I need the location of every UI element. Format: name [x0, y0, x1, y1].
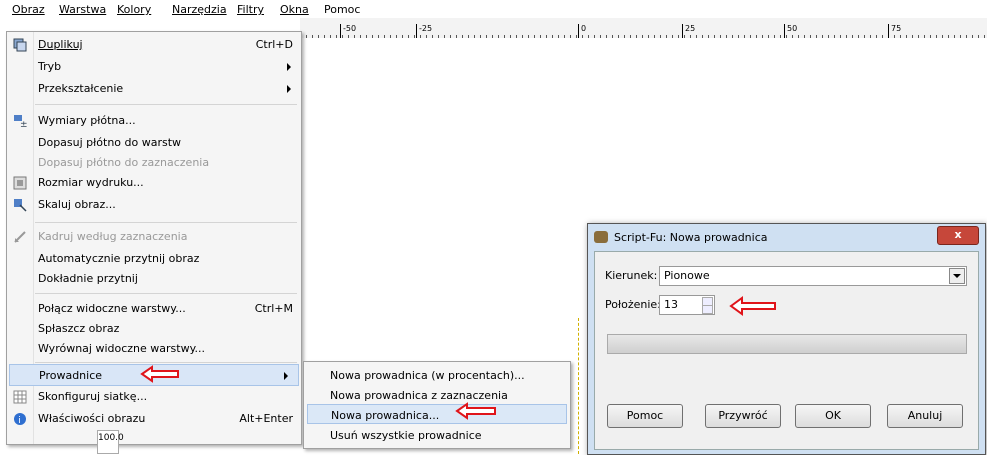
svg-text:i: i	[18, 416, 21, 426]
submenu-item-usun-wszystkie[interactable]: Usuń wszystkie prowadnice	[304, 425, 570, 445]
submenu-item-label: Nowa prowadnica...	[331, 409, 440, 422]
menu-item-label: Dokładnie przytnij	[38, 272, 138, 285]
menu-item-splaszcz[interactable]: Spłaszcz obraz	[7, 318, 301, 340]
horizontal-ruler[interactable]: -50 -25 0 25 50 75	[300, 18, 987, 39]
menu-item-label: Rozmiar wydruku...	[38, 176, 144, 189]
menu-item-label: Właściwości obrazu	[38, 412, 146, 425]
submenu-arrow-icon	[284, 372, 288, 380]
position-label: Położenie:	[605, 298, 661, 311]
menu-item-wymiary-plotna[interactable]: ± Wymiary płótna...	[7, 110, 301, 132]
spin-down-icon[interactable]	[702, 305, 713, 314]
menu-okna[interactable]: Okna	[280, 3, 309, 16]
menu-pomoc[interactable]: Pomoc	[324, 3, 360, 16]
menu-separator	[35, 222, 297, 223]
duplicate-icon	[13, 38, 27, 52]
menu-item-label: Automatycznie przytnij obraz	[38, 252, 200, 265]
zoom-field[interactable]: 100.0	[97, 430, 124, 454]
ruler-tick: -25	[416, 24, 432, 38]
menu-filtry[interactable]: Filtry	[237, 3, 264, 16]
info-icon: i	[13, 412, 27, 426]
menu-item-automatycznie-przytnij[interactable]: Automatycznie przytnij obraz	[7, 248, 301, 270]
menu-item-dopasuj-do-warstw[interactable]: Dopasuj płótno do warstw	[7, 132, 301, 154]
submenu-item-label: Usuń wszystkie prowadnice	[330, 429, 482, 442]
canvas-boundary	[578, 318, 579, 454]
crop-icon	[13, 230, 27, 244]
canvas-size-icon: ±	[13, 114, 28, 130]
menu-item-label: Wyrównaj widoczne warstwy...	[38, 342, 206, 355]
menu-item-label: Spłaszcz obraz	[38, 322, 120, 335]
cancel-button[interactable]: Anuluj	[887, 404, 963, 428]
menu-item-label: Prowadnice	[39, 369, 103, 382]
guides-submenu: Nowa prowadnica (w procentach)... Nowa p…	[303, 361, 571, 449]
red-arrow-position-icon	[729, 296, 776, 316]
grid-icon	[13, 390, 27, 404]
position-spinner[interactable]: 13	[659, 295, 715, 315]
menu-item-rozmiar-wydruku[interactable]: Rozmiar wydruku...	[7, 172, 301, 194]
dialog-body: Kierunek: Pionowe Położenie: 13 Pomoc Pr…	[594, 251, 979, 450]
menu-item-tryb[interactable]: Tryb	[7, 56, 301, 78]
submenu-item-nowa-procent[interactable]: Nowa prowadnica (w procentach)...	[304, 365, 570, 385]
submenu-item-nowa-z-zaznaczenia[interactable]: Nowa prowadnica z zaznaczenia	[304, 385, 570, 405]
menu-item-label: Kadruj według zaznaczenia	[38, 230, 188, 243]
submenu-arrow-icon	[287, 63, 291, 71]
svg-text:±: ±	[20, 120, 27, 128]
close-button[interactable]: x	[937, 226, 979, 245]
progress-bar	[607, 334, 967, 354]
chevron-down-icon[interactable]	[949, 268, 965, 284]
shortcut-label: Alt+Enter	[239, 412, 293, 425]
menu-warstwa[interactable]: Warstwa	[59, 3, 106, 16]
menu-item-kadruj: Kadruj według zaznaczenia	[7, 226, 301, 248]
help-button[interactable]: Pomoc	[607, 404, 683, 428]
red-arrow-nowa-prowadnica-icon	[455, 402, 496, 420]
ruler-tick: -50	[340, 24, 356, 38]
direction-select[interactable]: Pionowe	[659, 266, 967, 286]
script-fu-icon	[594, 231, 608, 243]
menu-narzedzia[interactable]: Narzędzia	[172, 3, 227, 16]
menu-separator	[35, 104, 297, 105]
menu-item-skaluj-obraz[interactable]: Skaluj obraz...	[7, 194, 301, 216]
direction-value: Pionowe	[664, 269, 710, 282]
menu-item-polacz-widoczne[interactable]: Połącz widoczne warstwy... Ctrl+M	[7, 298, 301, 320]
menu-item-duplikuj[interactable]: Duplikuj Ctrl+D	[7, 34, 301, 56]
menu-item-label: Dopasuj płótno do zaznaczenia	[38, 156, 210, 169]
shortcut-label: Ctrl+D	[255, 38, 293, 51]
menu-item-label: Duplikuj	[38, 38, 83, 51]
menu-item-wlasciwosci[interactable]: i Właściwości obrazu Alt+Enter	[7, 408, 301, 430]
menu-item-label: Wymiary płótna...	[38, 114, 136, 127]
ok-button[interactable]: OK	[795, 404, 871, 428]
new-guide-dialog: Script-Fu: Nowa prowadnica x Kierunek: P…	[587, 223, 986, 455]
red-arrow-prowadnice-icon	[140, 365, 179, 383]
menu-item-label: Tryb	[38, 60, 62, 73]
dialog-title: Script-Fu: Nowa prowadnica	[614, 231, 768, 244]
submenu-arrow-icon	[287, 85, 291, 93]
menu-kolory[interactable]: Kolory	[117, 3, 151, 16]
submenu-item-label: Nowa prowadnica z zaznaczenia	[330, 389, 508, 402]
menu-separator	[35, 362, 297, 363]
menu-item-label: Dopasuj płótno do warstw	[38, 136, 182, 149]
menu-item-przeksztalcenie[interactable]: Przekształcenie	[7, 78, 301, 100]
ruler-tick: 25	[682, 24, 695, 38]
ruler-tick: 0	[578, 24, 586, 38]
menu-item-dokladnie-przytnij[interactable]: Dokładnie przytnij	[7, 268, 301, 290]
menu-item-label: Skaluj obraz...	[38, 198, 116, 211]
menu-item-dopasuj-do-zaznaczenia: Dopasuj płótno do zaznaczenia	[7, 152, 301, 174]
submenu-item-nowa-prowadnica[interactable]: Nowa prowadnica...	[307, 404, 567, 424]
ruler-tick: 50	[784, 24, 797, 38]
menu-separator	[35, 293, 297, 294]
menu-item-label: Przekształcenie	[38, 82, 124, 95]
direction-label: Kierunek:	[605, 269, 658, 282]
shortcut-label: Ctrl+M	[254, 302, 293, 315]
print-size-icon	[13, 176, 27, 190]
menu-item-skonfiguruj-siatke[interactable]: Skonfiguruj siatkę...	[7, 386, 301, 408]
menu-obraz[interactable]: Obraz	[12, 3, 45, 16]
menu-item-label: Skonfiguruj siatkę...	[38, 390, 148, 403]
reset-button[interactable]: Przywróć	[705, 404, 781, 428]
submenu-item-label: Nowa prowadnica (w procentach)...	[330, 369, 525, 382]
menu-item-label: Połącz widoczne warstwy...	[38, 302, 186, 315]
menu-item-wyrownaj[interactable]: Wyrównaj widoczne warstwy...	[7, 338, 301, 360]
menubar: Obraz Warstwa Kolory Narzędzia Filtry Ok…	[0, 0, 987, 18]
position-value: 13	[664, 298, 678, 311]
ruler-tick: 75	[888, 24, 901, 38]
scale-icon	[13, 198, 27, 212]
